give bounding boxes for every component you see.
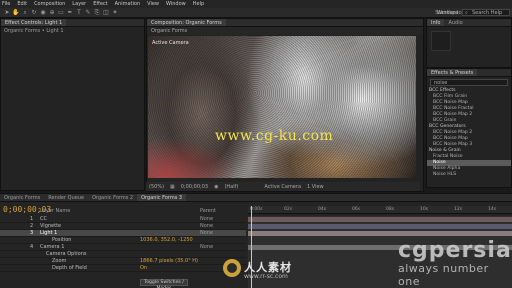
column-parent: Parent [200, 208, 217, 214]
timeline-property-group[interactable]: Camera Options [0, 251, 246, 258]
effects-presets-panel: Effects & Presets noise BCC Effects BCC … [426, 68, 512, 188]
eraser-tool-icon[interactable]: ◫ [102, 9, 110, 17]
composition-subtab[interactable]: Organic Forms [147, 27, 423, 35]
tab-audio[interactable]: Audio [444, 19, 466, 26]
brush-tool-icon[interactable]: ✎ [84, 9, 92, 17]
timeline-property-row[interactable]: Position 1036.0, 352.0, -1250 [0, 237, 246, 244]
tab-effect-controls[interactable]: Effect Controls: Light 1 [1, 19, 67, 26]
search-icon: ⌕ [465, 10, 468, 16]
cgpersia-tagline: always number one [398, 262, 489, 288]
resolution-select[interactable]: (Half) [224, 184, 238, 190]
timeline-row[interactable]: 4 Camera 1 None [0, 244, 246, 251]
menu-file[interactable]: File [2, 1, 10, 7]
workspace-select[interactable]: Standard [435, 10, 458, 16]
time-ruler[interactable]: 0:00s 02s 04s 06s 08s 10s 12s 14s [248, 206, 512, 214]
menu-window[interactable]: Window [166, 1, 186, 7]
menu-help[interactable]: Help [193, 1, 204, 7]
info-panel: Info Audio [426, 18, 512, 68]
snapshot-icon[interactable]: ◉ [214, 184, 218, 190]
layer-bar[interactable] [248, 224, 512, 229]
effects-item[interactable]: Noise HLS [427, 172, 511, 178]
camera-tool-icon[interactable]: ◉ [39, 9, 47, 17]
menu-layer[interactable]: Layer [72, 1, 86, 7]
tab-timeline-2[interactable]: Organic Forms 2 [88, 194, 137, 201]
active-camera-label: Active Camera [152, 40, 189, 46]
menu-animation[interactable]: Animation [115, 1, 141, 7]
menu-edit[interactable]: Edit [17, 1, 27, 7]
hand-tool-icon[interactable]: ✋ [12, 9, 20, 17]
toggle-switches-modes-button[interactable]: Toggle Switches / Modes [140, 279, 188, 288]
timeline-row-selected[interactable]: 3 Light 1 None [0, 230, 246, 237]
search-help-input[interactable]: ⌕ Search Help [462, 9, 510, 16]
zoom-tool-icon[interactable]: ⌕ [21, 9, 29, 17]
menu-effect[interactable]: Effect [93, 1, 107, 7]
menu-bar: File Edit Composition Layer Effect Anima… [0, 0, 512, 8]
tab-composition[interactable]: Composition: Organic Forms [147, 19, 226, 26]
viewer-footer-bar: (50%) ▦ 0;00;00;03 ◉ (Half) Active Camer… [146, 182, 420, 191]
red-glow [148, 138, 238, 178]
timeline-row[interactable]: 1 CC None [0, 216, 246, 223]
current-time-display[interactable]: 0;00;00;03 [181, 184, 208, 190]
column-layer-name: Layer Name [40, 208, 71, 214]
zoom-select[interactable]: (50%) [149, 184, 164, 190]
layer-bar[interactable] [248, 231, 512, 236]
tools-panel: ➤ ✋ ⌕ ↻ ◉ ⊕ ▭ ✒ T ✎ ⎘ ◫ ✶ Workspace: Sta… [0, 8, 512, 18]
color-swatch [431, 31, 451, 51]
clone-tool-icon[interactable]: ⎘ [93, 9, 101, 17]
menu-view[interactable]: View [147, 1, 159, 7]
selection-tool-icon[interactable]: ➤ [3, 9, 11, 17]
timeline-row[interactable]: 2 Vignette None [0, 223, 246, 230]
mask-tool-icon[interactable]: ▭ [57, 9, 65, 17]
pen-tool-icon[interactable]: ✒ [66, 9, 74, 17]
cgpersia-logo: cgpersia [398, 238, 512, 263]
menu-composition[interactable]: Composition [34, 1, 65, 7]
timeline-property-row[interactable]: Depth of Field On [0, 265, 246, 272]
watermark-text: www.cg-ku.com [215, 128, 334, 144]
puppet-tool-icon[interactable]: ✶ [111, 9, 119, 17]
tab-info[interactable]: Info [427, 19, 445, 26]
pan-behind-tool-icon[interactable]: ⊕ [48, 9, 56, 17]
tab-render-queue[interactable]: Render Queue [44, 194, 88, 201]
camera-select[interactable]: Active Camera [264, 184, 301, 190]
rrsc-url: www.rr-sc.com [244, 273, 288, 280]
layer-bar[interactable] [248, 217, 512, 222]
view-layout-select[interactable]: 1 View [307, 184, 324, 190]
composition-viewer[interactable] [148, 36, 416, 178]
tab-timeline-3[interactable]: Organic Forms 3 [137, 194, 187, 201]
rotate-tool-icon[interactable]: ↻ [30, 9, 38, 17]
tab-effects-presets[interactable]: Effects & Presets [427, 69, 478, 76]
effects-search-input[interactable]: noise [430, 79, 508, 86]
tab-timeline-1[interactable]: Organic Forms [0, 194, 44, 201]
rrsc-logo-icon [222, 258, 242, 278]
effect-controls-panel: Effect Controls: Light 1 Organic Forms •… [0, 18, 145, 191]
effect-controls-subtitle: Organic Forms • Light 1 [4, 28, 64, 34]
text-tool-icon[interactable]: T [75, 9, 83, 17]
timeline-property-row[interactable]: Zoom 1866.7 pixels (35.0° H) [0, 258, 246, 265]
grid-icon[interactable]: ▦ [170, 184, 175, 190]
